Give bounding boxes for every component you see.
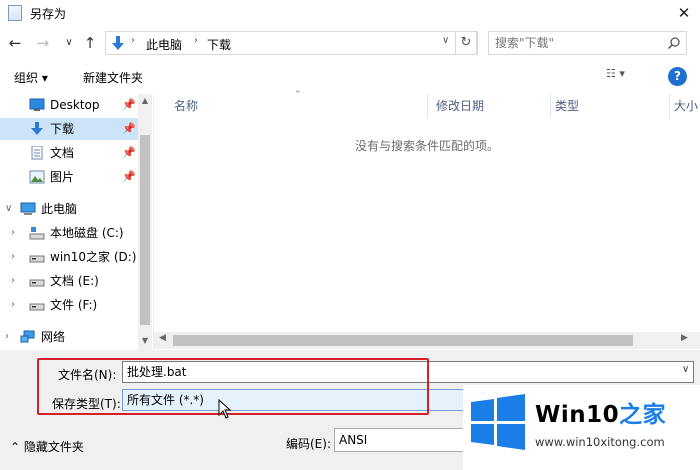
title-bar: 另存为 ✕: [0, 0, 700, 27]
watermark-title: Win10之家: [535, 395, 666, 429]
chevron-right-icon[interactable]: ›: [11, 270, 15, 292]
nav-item-downloads[interactable]: 下载 📌: [0, 118, 140, 140]
column-divider[interactable]: [550, 94, 551, 118]
nav-item-pictures[interactable]: 图片 📌: [0, 166, 140, 188]
download-arrow-icon: [31, 122, 43, 135]
document-icon: [8, 5, 22, 21]
back-button[interactable]: ←: [6, 32, 24, 54]
watermark: Win10之家 www.win10xitong.com: [463, 385, 700, 470]
pin-icon[interactable]: 📌: [122, 118, 136, 140]
column-header-type[interactable]: 类型: [555, 94, 579, 118]
refresh-button[interactable]: ↻: [455, 31, 477, 55]
navigation-pane: Desktop 📌 下载 📌 文档 📌 图片 📌 ∨ 此电脑 › 本地磁盘 (C…: [0, 94, 152, 350]
chevron-right-icon[interactable]: ›: [5, 326, 9, 348]
search-icon[interactable]: [667, 36, 681, 50]
drive-icon: [29, 255, 45, 263]
watermark-url: www.win10xitong.com: [535, 435, 665, 449]
empty-list-message: 没有与搜索条件匹配的项。: [354, 139, 499, 153]
scroll-down-arrow-icon[interactable]: ▼: [138, 336, 152, 345]
forward-button[interactable]: →: [34, 32, 52, 54]
new-folder-button[interactable]: 新建文件夹: [83, 69, 143, 86]
breadcrumb-downloads[interactable]: 下载: [207, 36, 231, 53]
nav-item-label: 网络: [41, 330, 66, 344]
nav-item-label: 此电脑: [41, 202, 78, 216]
nav-item-documents[interactable]: 文档 📌: [0, 142, 140, 164]
chevron-right-icon[interactable]: ›: [11, 246, 15, 268]
chevron-right-icon[interactable]: ›: [11, 222, 15, 244]
mouse-cursor-icon: [218, 399, 232, 419]
close-button[interactable]: ✕: [672, 2, 696, 24]
encoding-label: 编码(E):: [286, 437, 331, 451]
nav-item-drive-e[interactable]: › 文档 (E:): [0, 270, 140, 292]
nav-item-drive-c[interactable]: › 本地磁盘 (C:): [0, 222, 140, 244]
nav-item-label: 图片: [50, 170, 75, 184]
address-bar[interactable]: › 此电脑 › 下载 ∨: [105, 31, 478, 55]
nav-item-label: Desktop: [50, 98, 100, 112]
up-button[interactable]: ↑: [81, 32, 99, 54]
file-list: 名称 ⌃ 修改日期 类型 大小 没有与搜索条件匹配的项。: [153, 90, 700, 350]
documents-icon: [31, 146, 43, 160]
search-input[interactable]: [495, 32, 665, 54]
scroll-up-arrow-icon[interactable]: ▲: [138, 96, 152, 105]
command-bar: 组织 ▾ 新建文件夹 ☷ ▾ ?: [0, 62, 700, 92]
scroll-right-arrow-icon[interactable]: ▶: [681, 333, 688, 343]
windows-logo-icon: [471, 394, 525, 450]
nav-item-network[interactable]: › 网络: [0, 326, 140, 348]
breadcrumb-separator[interactable]: ›: [194, 35, 198, 46]
nav-item-label: 本地磁盘 (C:): [50, 226, 124, 240]
network-icon: [20, 330, 35, 343]
pin-icon[interactable]: 📌: [122, 142, 136, 164]
horizontal-scrollbar-thumb[interactable]: [173, 335, 633, 346]
column-divider[interactable]: [427, 94, 428, 118]
nav-item-label: win10之家 (D:): [50, 250, 137, 264]
nav-item-drive-d[interactable]: › win10之家 (D:): [0, 246, 140, 268]
drive-icon: [29, 279, 45, 287]
pin-icon[interactable]: 📌: [122, 166, 136, 188]
desktop-icon: [29, 98, 45, 111]
pictures-icon: [29, 170, 45, 184]
organize-button[interactable]: 组织 ▾: [14, 69, 48, 86]
system-drive-icon: [29, 227, 45, 240]
view-options-button[interactable]: ☷ ▾: [606, 67, 642, 87]
nav-item-label: 下载: [50, 122, 75, 136]
watermark-title-latin: Win10: [535, 402, 620, 428]
chevron-down-icon[interactable]: ∨: [5, 198, 12, 220]
nav-item-label: 文档: [50, 146, 75, 160]
horizontal-scrollbar[interactable]: ◀ ▶: [153, 332, 700, 349]
watermark-title-zh: 之家: [619, 402, 667, 428]
hide-folders-button[interactable]: ⌃ 隐藏文件夹: [10, 438, 84, 455]
nav-item-drive-f[interactable]: › 文件 (F:): [0, 294, 140, 316]
breadcrumb-this-pc[interactable]: 此电脑: [146, 36, 182, 53]
nav-item-this-pc[interactable]: ∨ 此电脑: [0, 198, 140, 220]
sort-ascending-icon: ⌃: [294, 90, 302, 100]
nav-item-label: 文件 (F:): [50, 298, 98, 312]
nav-scrollbar-thumb[interactable]: [140, 135, 150, 325]
help-icon[interactable]: ?: [668, 67, 687, 86]
highlight-annotation-box: [37, 358, 429, 415]
nav-item-desktop[interactable]: Desktop 📌: [0, 94, 140, 116]
search-box[interactable]: [488, 31, 687, 55]
nav-item-label: 文档 (E:): [50, 274, 99, 288]
scroll-left-arrow-icon[interactable]: ◀: [159, 333, 166, 343]
encoding-select[interactable]: ANSI: [334, 428, 474, 452]
column-header-date-modified[interactable]: 修改日期: [436, 94, 484, 118]
column-header-name[interactable]: 名称: [174, 94, 198, 118]
recent-locations-button[interactable]: ∨: [60, 32, 78, 54]
pin-icon[interactable]: 📌: [122, 94, 136, 116]
column-header-size[interactable]: 大小: [674, 94, 698, 118]
column-divider[interactable]: [669, 94, 670, 118]
computer-icon: [20, 202, 36, 215]
chevron-right-icon[interactable]: ›: [11, 294, 15, 316]
breadcrumb-separator[interactable]: ›: [131, 35, 135, 46]
window-title: 另存为: [30, 7, 67, 21]
drive-icon: [29, 303, 45, 311]
chevron-down-icon[interactable]: ∨: [682, 364, 689, 375]
chevron-down-icon[interactable]: ∨: [442, 35, 449, 46]
download-arrow-icon: [112, 36, 124, 50]
